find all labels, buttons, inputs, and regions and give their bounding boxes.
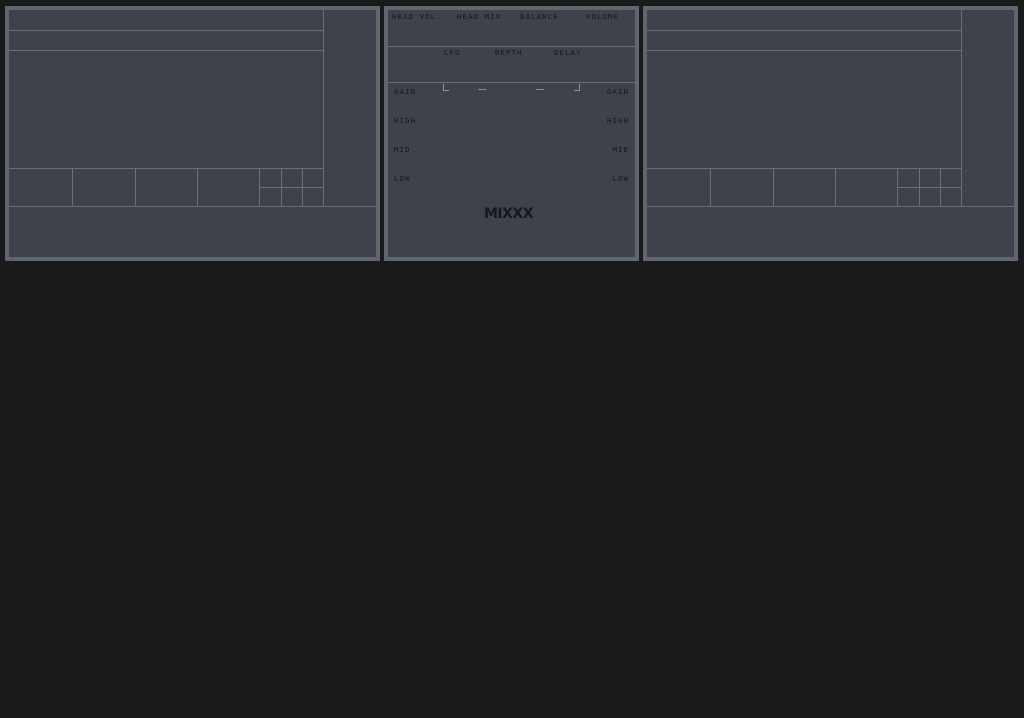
head-vol-knob[interactable]: [388, 22, 450, 46]
deck-1-small-button-6[interactable]: [303, 188, 323, 206]
deck-2-waveform[interactable]: [647, 51, 961, 168]
head-vol-label: HEAD VOL.: [392, 12, 442, 21]
delay-label: DELAY: [554, 48, 582, 57]
deck-1-panel: [9, 10, 376, 257]
deck-2-small-button-4[interactable]: [898, 188, 919, 206]
delay-knob[interactable]: [544, 58, 594, 82]
deck-2-button-4[interactable]: [836, 169, 897, 206]
volume-knob[interactable]: [574, 22, 635, 46]
dash-icon: [536, 89, 544, 90]
deck-1-rate-slider[interactable]: [324, 10, 376, 206]
deck-1-small-button-1[interactable]: [260, 169, 281, 187]
mixer-panel: HEAD VOL. HEAD MIX BALANCE VOLUME LFO DE…: [388, 10, 635, 257]
deck-2-small-button-5[interactable]: [920, 188, 940, 206]
mixer: HEAD VOL. HEAD MIX BALANCE VOLUME LFO DE…: [384, 6, 639, 261]
lfo-label: LFO: [444, 48, 461, 57]
deck-1-waveform[interactable]: [9, 51, 323, 168]
deck-2-title-bar: [647, 10, 961, 30]
mixxx-logo: MIXXX: [484, 206, 534, 222]
deck-1-button-3[interactable]: [136, 169, 197, 206]
deck-2: [643, 6, 1018, 261]
right-mid-label: MID: [612, 145, 629, 154]
lfo-knob[interactable]: [428, 58, 478, 82]
dash-icon: [478, 89, 486, 90]
left-low-label: LOW: [394, 174, 411, 183]
balance-knob[interactable]: [512, 22, 574, 46]
depth-label: DEPTH: [495, 48, 523, 57]
deck-2-bottom-panel: [647, 207, 1014, 257]
deck-2-small-button-3[interactable]: [941, 169, 961, 187]
right-bracket-icon: [574, 84, 580, 91]
deck-2-button-3[interactable]: [774, 169, 835, 206]
left-mid-label: MID: [394, 145, 411, 154]
volume-label: VOLUME: [586, 12, 620, 21]
deck-2-info-bar: [647, 31, 961, 50]
depth-knob[interactable]: [486, 58, 536, 82]
deck-1-small-button-3[interactable]: [303, 169, 323, 187]
deck-1-small-button-2[interactable]: [282, 169, 302, 187]
deck-1-info-bar: [9, 31, 323, 50]
deck-2-button-2[interactable]: [711, 169, 773, 206]
deck-2-small-button-1[interactable]: [898, 169, 919, 187]
head-mix-label: HEAD MIX: [457, 12, 502, 21]
left-high-label: HIGH: [394, 116, 417, 125]
deck-1-small-button-4[interactable]: [260, 188, 281, 206]
deck-2-button-1[interactable]: [647, 169, 710, 206]
deck-1-button-2[interactable]: [73, 169, 135, 206]
deck-2-panel: [647, 10, 1014, 257]
deck-1: [5, 6, 380, 261]
head-mix-knob[interactable]: [450, 22, 512, 46]
right-gain-label: GAIN: [606, 87, 629, 96]
deck-2-small-button-6[interactable]: [941, 188, 961, 206]
mixer-divider: [388, 82, 635, 83]
deck-1-title-bar: [9, 10, 323, 30]
deck-1-button-4[interactable]: [198, 169, 259, 206]
left-bracket-icon: [443, 84, 449, 91]
left-gain-label: GAIN: [394, 87, 417, 96]
mixer-divider: [388, 46, 635, 47]
balance-label: BALANCE: [520, 12, 559, 21]
deck-2-rate-slider[interactable]: [962, 10, 1014, 206]
deck-1-bottom-panel: [9, 207, 376, 257]
deck-1-button-1[interactable]: [9, 169, 72, 206]
deck-2-small-button-2[interactable]: [920, 169, 940, 187]
right-low-label: LOW: [612, 174, 629, 183]
deck-1-small-button-5[interactable]: [282, 188, 302, 206]
right-high-label: HIGH: [606, 116, 629, 125]
